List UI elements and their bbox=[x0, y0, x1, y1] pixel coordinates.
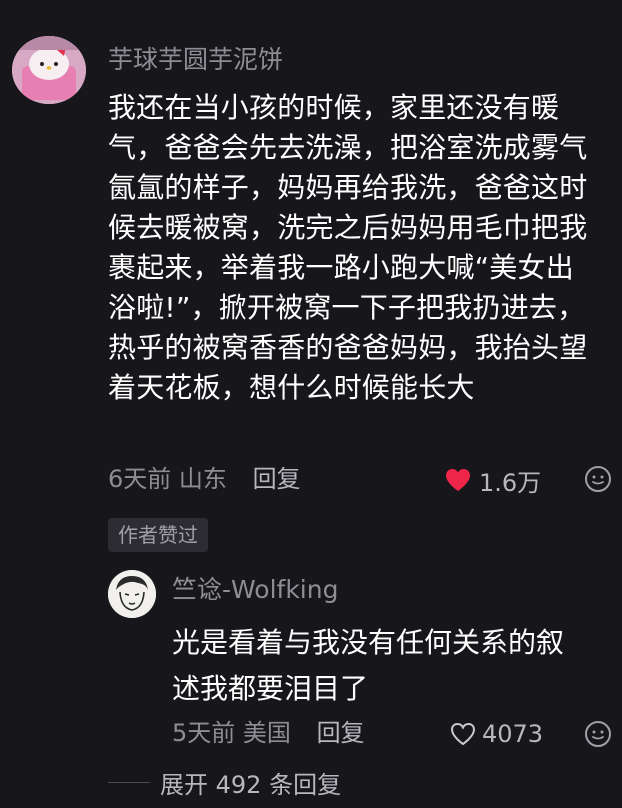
reply-username[interactable]: 竺谂-Wolfking bbox=[172, 572, 338, 608]
reply-text: 光是看着与我没有任何关系的叙 述我都要泪目了 bbox=[172, 620, 602, 712]
reply-avatar-image bbox=[108, 570, 156, 618]
comment-text-line: 着天花板，想什么时候能长大 bbox=[108, 371, 475, 404]
comment-meta: 6天前 山东 回复 bbox=[108, 462, 301, 496]
avatar-image bbox=[12, 36, 86, 104]
comment-text-line: 候去暖被窝，洗完之后妈妈用毛巾把我 bbox=[108, 211, 588, 244]
reply-time: 5天前 bbox=[172, 719, 236, 747]
reply-button[interactable]: 回复 bbox=[253, 465, 301, 493]
comment-text: 我还在当小孩的时候，家里还没有暖 气，爸爸会先去洗澡，把浴室洗成雾气 氤氲的样子… bbox=[108, 88, 618, 408]
emoji-face-icon[interactable] bbox=[584, 465, 612, 493]
comment-username[interactable]: 芋球芋圆芋泥饼 bbox=[108, 42, 283, 78]
expand-divider bbox=[108, 781, 150, 783]
heart-filled-icon bbox=[446, 469, 470, 491]
comment-text-line: 我还在当小孩的时候，家里还没有暖 bbox=[108, 91, 560, 124]
reply-like-button[interactable]: 4073 bbox=[450, 716, 543, 752]
reply-location: 美国 bbox=[242, 719, 291, 747]
reply-avatar[interactable] bbox=[108, 570, 156, 618]
comment-text-line: 裹起来，举着我一路小跑大喊“美女出 bbox=[108, 251, 574, 284]
heart-outline-icon bbox=[450, 722, 476, 746]
reply-text-line: 光是看着与我没有任何关系的叙 bbox=[172, 626, 565, 659]
expand-replies-button[interactable]: 展开 492 条回复 bbox=[108, 764, 341, 800]
comment-text-line: 氤氲的样子，妈妈再给我洗，爸爸这时 bbox=[108, 171, 588, 204]
comment-text-line: 热乎的被窝香香的爸爸妈妈，我抬头望 bbox=[108, 331, 588, 364]
comment-text-line: 浴啦!”，掀开被窝一下子把我扔进去， bbox=[108, 291, 586, 324]
comment-text-line: 气，爸爸会先去洗澡，把浴室洗成雾气 bbox=[108, 131, 588, 164]
reply-like-count: 4073 bbox=[482, 720, 544, 748]
like-button[interactable]: 1.6万 bbox=[445, 462, 541, 498]
comment-time: 6天前 bbox=[108, 465, 172, 493]
reply-meta: 5天前 美国 回复 bbox=[172, 716, 365, 750]
emoji-face-icon[interactable] bbox=[584, 720, 612, 748]
author-liked-badge: 作者赞过 bbox=[108, 518, 208, 552]
avatar[interactable] bbox=[12, 36, 86, 104]
reply-reply-button[interactable]: 回复 bbox=[317, 719, 365, 747]
like-count: 1.6万 bbox=[479, 468, 542, 497]
comment-location: 山东 bbox=[178, 465, 227, 493]
expand-replies-label: 展开 492 条回复 bbox=[160, 770, 342, 799]
reply-text-line: 述我都要泪目了 bbox=[172, 672, 369, 705]
